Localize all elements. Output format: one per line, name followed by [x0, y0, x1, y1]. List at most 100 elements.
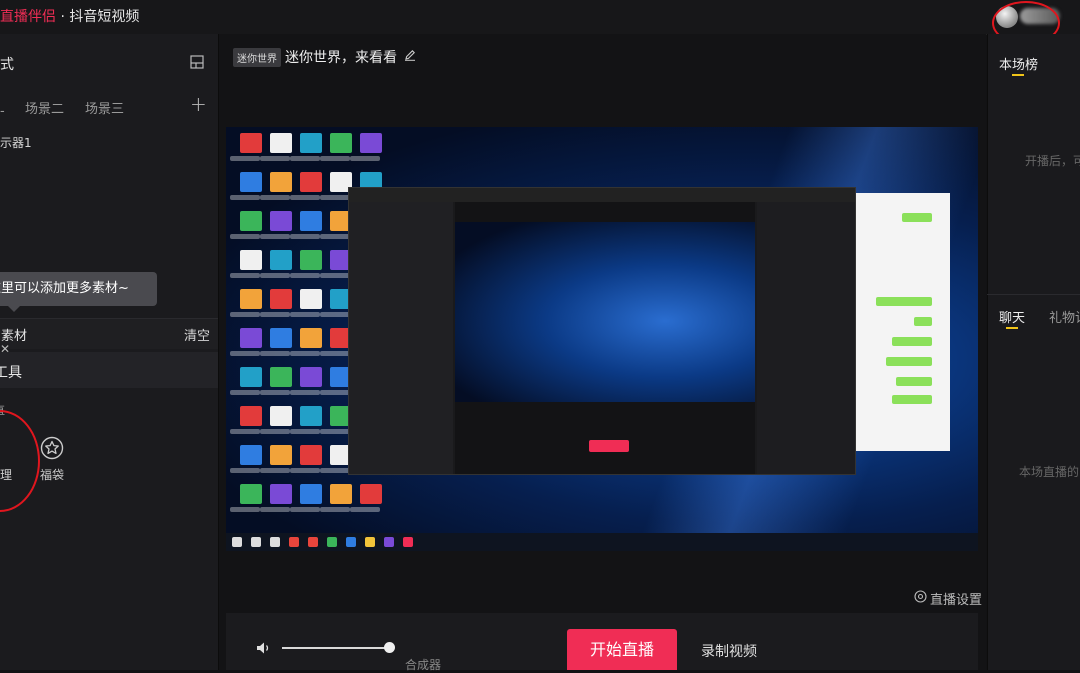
desktop-app-icon — [240, 250, 262, 270]
chat-bubble — [892, 395, 932, 404]
start-live-button[interactable]: 开始直播 — [567, 629, 677, 670]
desktop-icon-label — [260, 351, 290, 356]
desktop-app-icon — [270, 289, 292, 309]
tab-chat[interactable]: 聊天 — [999, 307, 1025, 326]
desktop-icon-label — [290, 429, 320, 434]
desktop-app-icon — [240, 133, 262, 153]
desktop-app-icon — [270, 211, 292, 231]
record-video-button[interactable]: 录制视频 — [701, 641, 757, 661]
desktop-app-icon — [270, 172, 292, 192]
desktop-icon-label — [290, 312, 320, 317]
desktop-icon-label — [320, 234, 350, 239]
desktop-icon-label — [320, 273, 350, 278]
edit-icon[interactable] — [404, 49, 416, 61]
taskbar-app-icon — [384, 537, 394, 547]
desktop-icon-label — [230, 195, 260, 200]
desktop-icon-label — [320, 507, 350, 512]
desktop-icon-label — [320, 429, 350, 434]
live-settings-button[interactable]: 直播设置 — [930, 589, 982, 608]
desktop-icon-label — [260, 273, 290, 278]
chat-bubble — [886, 357, 932, 366]
desktop-icon-label — [230, 351, 260, 356]
app-name: 直播伴侣 — [0, 9, 56, 25]
taskbar-app-icon — [365, 537, 375, 547]
desktop-icon-label — [320, 390, 350, 395]
desktop-app-icon — [360, 133, 382, 153]
tool-fudai-label[interactable]: 福袋 — [40, 466, 64, 483]
desktop-app-icon — [360, 484, 382, 504]
desktop-app-icon — [330, 484, 352, 504]
title-bar: 直播伴侣 · 抖音短视频 — [0, 0, 1080, 35]
desktop-icon-label — [230, 156, 260, 161]
tools-section-label: 直 — [0, 402, 5, 418]
desktop-icon-label — [320, 195, 350, 200]
volume-slider-knob[interactable] — [384, 642, 395, 653]
settings-icon[interactable] — [914, 590, 927, 603]
right-divider — [987, 294, 1080, 295]
desktop-icon-label — [260, 429, 290, 434]
desktop-icon-label — [230, 273, 260, 278]
desktop-icon-label — [260, 312, 290, 317]
stream-title[interactable]: 迷你世界，来看看 — [285, 47, 397, 67]
source-item-display[interactable]: 显示器1 — [0, 134, 32, 151]
desktop-app-icon — [240, 289, 262, 309]
tab-gift-record[interactable]: 礼物记 — [1049, 307, 1080, 326]
desktop-icon-label — [350, 507, 380, 512]
tab-scene-3[interactable]: 场景三 — [85, 98, 124, 117]
chat-bubble — [914, 317, 932, 326]
username-blurred[interactable] — [1020, 8, 1060, 24]
mode-title: 模式 — [0, 57, 14, 73]
nested-app-window — [348, 187, 856, 475]
desktop-icon-label — [230, 507, 260, 512]
nested-start-button — [589, 440, 629, 452]
desktop-icon-label — [230, 234, 260, 239]
scene-tab-active-fragment[interactable]: - — [0, 104, 5, 119]
save-layout-icon[interactable] — [190, 55, 204, 69]
tools-header — [0, 352, 218, 388]
desktop-app-icon — [270, 367, 292, 387]
tooltip-arrow — [8, 306, 20, 312]
clear-button[interactable]: 清空 — [184, 325, 210, 344]
desktop-icon-label — [260, 468, 290, 473]
star-badge-icon[interactable] — [40, 436, 64, 460]
desktop-app-icon — [270, 406, 292, 426]
topic-tag[interactable]: 迷你世界 — [233, 48, 281, 67]
desktop-icon-label — [320, 156, 350, 161]
volume-icon[interactable] — [256, 641, 272, 655]
taskbar-app-icon — [403, 537, 413, 547]
taskbar-app-icon — [308, 537, 318, 547]
desktop-app-icon — [240, 484, 262, 504]
chat-bubble — [876, 297, 932, 306]
volume-slider-track[interactable] — [282, 647, 390, 649]
desktop-app-icon — [270, 484, 292, 504]
desktop-app-icon — [240, 445, 262, 465]
avatar[interactable] — [996, 6, 1018, 28]
desktop-icon-label — [290, 507, 320, 512]
desktop-icon-label — [320, 468, 350, 473]
taskbar-app-icon — [346, 537, 356, 547]
nested-preview — [455, 222, 755, 402]
taskbar-app-icon — [251, 537, 261, 547]
desktop-app-icon — [240, 328, 262, 348]
mixer-label[interactable]: 合成器 — [405, 656, 441, 673]
desktop-icon-label — [260, 234, 290, 239]
platform-name: 抖音短视频 — [69, 9, 140, 25]
chat-app-window — [856, 193, 950, 451]
taskbar-app-icon — [289, 537, 299, 547]
close-icon[interactable]: ✕ — [0, 342, 10, 356]
tools-title: 工具 — [0, 365, 22, 381]
plus-icon[interactable]: + — [190, 92, 207, 116]
tool-manage-label[interactable]: 理 — [0, 466, 12, 483]
desktop-app-icon — [240, 172, 262, 192]
desktop-icon-label — [290, 234, 320, 239]
stream-preview[interactable] — [226, 127, 978, 551]
nested-title-bar — [349, 188, 855, 202]
tab-scene-2[interactable]: 场景二 — [25, 98, 64, 117]
desktop-app-icon — [300, 367, 322, 387]
tab-rank[interactable]: 本场榜 — [999, 54, 1038, 73]
desktop-app-icon — [240, 406, 262, 426]
tooltip-add-material: 这里可以添加更多素材~ — [0, 272, 157, 306]
desktop-app-icon — [300, 172, 322, 192]
window-title: 直播伴侣 · 抖音短视频 — [0, 6, 139, 26]
desktop-icon-label — [260, 156, 290, 161]
